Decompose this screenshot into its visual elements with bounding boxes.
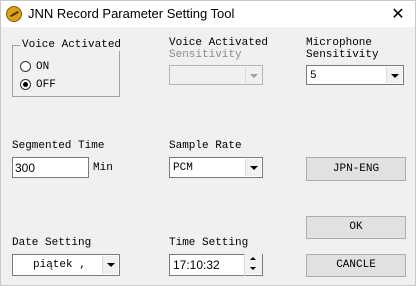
- sensitivity-combo: [169, 65, 263, 85]
- microphone-label-line2: Sensitivity: [306, 49, 379, 61]
- sample-rate-label: Sample Rate: [169, 140, 242, 152]
- microphone-combo[interactable]: 5: [306, 65, 404, 85]
- segmented-time-label: Segmented Time: [12, 140, 105, 152]
- segmented-time-unit: Min: [93, 162, 113, 174]
- close-button[interactable]: ✕: [387, 3, 409, 25]
- chevron-down-icon[interactable]: [386, 67, 402, 83]
- time-setting-label: Time Setting: [169, 237, 249, 249]
- chevron-down-icon[interactable]: [245, 159, 261, 176]
- radio-off-label: OFF: [36, 79, 56, 91]
- chevron-down-icon[interactable]: [102, 256, 118, 274]
- sample-rate-value: PCM: [173, 162, 193, 174]
- segmented-time-input[interactable]: 300: [12, 157, 89, 178]
- radio-on[interactable]: [20, 61, 31, 72]
- time-value: 17:10:32: [173, 258, 220, 272]
- microphone-value: 5: [310, 70, 317, 82]
- microphone-label-line1: Microphone: [306, 37, 373, 49]
- date-setting-label: Date Setting: [12, 237, 92, 249]
- app-icon: [6, 6, 22, 22]
- time-spinner[interactable]: [244, 254, 262, 276]
- app-window: JNN Record Parameter Setting Tool ✕ Voic…: [0, 0, 416, 286]
- chevron-down-icon: [245, 67, 261, 83]
- ok-button[interactable]: OK: [306, 216, 406, 239]
- sensitivity-label-line2: Sensitivity: [169, 49, 242, 61]
- title-bar: JNN Record Parameter Setting Tool ✕: [1, 1, 415, 27]
- date-value: piątek ,: [33, 259, 86, 271]
- jpn-eng-button[interactable]: JPN-ENG: [306, 157, 406, 181]
- spin-up-icon[interactable]: [245, 254, 262, 264]
- voice-activated-label: Voice Activated: [20, 39, 124, 51]
- radio-off[interactable]: [20, 79, 31, 90]
- spin-down-icon[interactable]: [245, 264, 262, 274]
- sensitivity-label-line1: Voice Activated: [169, 37, 269, 49]
- cancel-button[interactable]: CANCLE: [306, 254, 406, 277]
- sample-rate-combo[interactable]: PCM: [169, 157, 263, 178]
- radio-on-label: ON: [36, 61, 50, 73]
- date-picker[interactable]: piątek ,: [12, 254, 120, 276]
- window-title: JNN Record Parameter Setting Tool: [28, 6, 235, 21]
